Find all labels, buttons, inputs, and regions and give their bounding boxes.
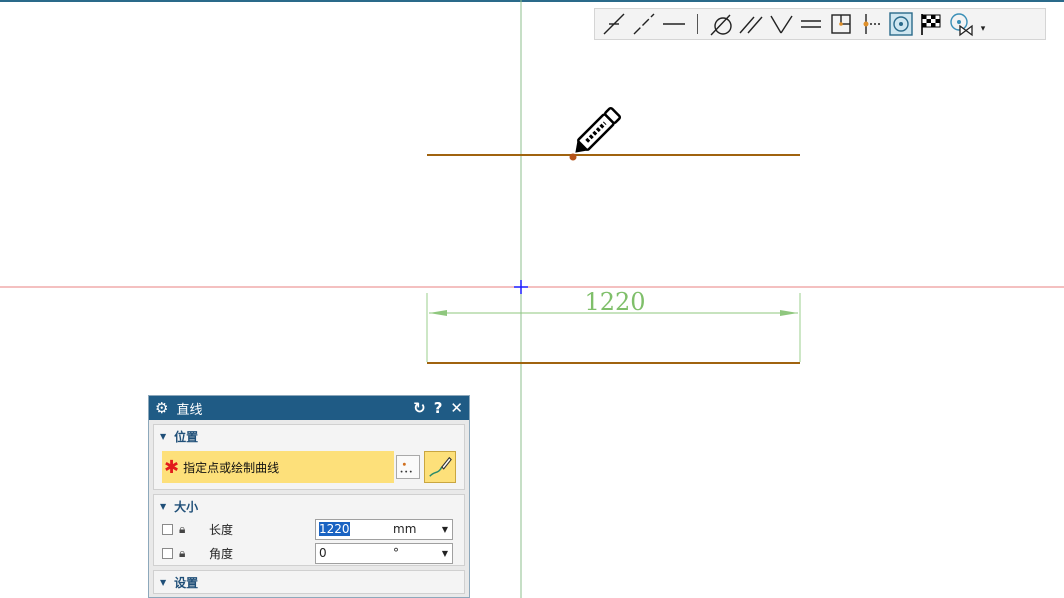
line-dialog: ⚙ 直线 ↻ ? ✕ ▼ 位置 ✱ 指定点或绘制曲线 ▼ 大小 🔒︎ 长度 12… (148, 395, 470, 598)
midpoint-box-icon[interactable] (826, 10, 856, 38)
size-heading: 大小 (174, 499, 199, 514)
line-icon[interactable] (659, 10, 689, 38)
angle-lock-checkbox[interactable] (162, 547, 173, 559)
intersection-point-icon[interactable] (599, 10, 629, 38)
position-heading: 位置 (174, 429, 199, 444)
position-group: ▼ 位置 ✱ 指定点或绘制曲线 (153, 424, 465, 490)
chevron-down-icon[interactable]: ▼ (442, 525, 448, 534)
toolbar-separator (697, 14, 698, 34)
length-label: 长度 (209, 522, 234, 537)
length-unit: mm (393, 522, 417, 536)
point-on-axis-icon[interactable] (856, 10, 886, 38)
collapse-triangle-icon: ▼ (160, 431, 167, 441)
collapse-triangle-icon: ▼ (160, 577, 167, 587)
close-icon[interactable]: ✕ (450, 399, 463, 417)
equal-lines-icon[interactable] (796, 10, 826, 38)
collapse-triangle-icon: ▼ (160, 501, 167, 511)
settings-group: ▼ 设置 (153, 570, 465, 594)
size-group: ▼ 大小 🔒︎ 长度 1220 mm ▼ 🔒︎ 角度 0 ° ▼ (153, 494, 465, 566)
angle-lines-icon[interactable] (766, 10, 796, 38)
point-dots-icon (400, 462, 412, 473)
specify-point-label: 指定点或绘制曲线 (183, 460, 280, 475)
dimension-arrow-left (429, 310, 447, 316)
snap-circle-bowtie-icon[interactable] (946, 10, 976, 38)
point-dialog-button[interactable] (396, 455, 420, 479)
chevron-down-icon[interactable]: ▼ (442, 549, 448, 558)
length-value[interactable]: 1220 (316, 522, 393, 536)
settings-heading: 设置 (174, 575, 199, 590)
length-input[interactable]: 1220 mm ▼ (315, 518, 453, 540)
circle-tangent-icon[interactable] (706, 10, 736, 38)
dimension-arrow-right (780, 310, 798, 316)
help-icon[interactable]: ? (434, 399, 443, 417)
angle-input[interactable]: 0 ° ▼ (315, 542, 453, 564)
required-asterisk-icon: ✱ (164, 456, 180, 478)
angle-unit: ° (393, 546, 399, 560)
draw-curve-button[interactable] (424, 451, 456, 483)
dialog-title-bar[interactable]: ⚙ 直线 ↻ ? ✕ (149, 396, 469, 420)
angle-label: 角度 (209, 546, 234, 561)
draw-curve-icon (429, 456, 452, 477)
checkered-flag-icon[interactable] (916, 10, 946, 38)
size-group-header[interactable]: ▼ 大小 (154, 495, 464, 517)
angle-row: 🔒︎ 角度 0 ° ▼ (154, 541, 464, 565)
position-select-row: ✱ 指定点或绘制曲线 (154, 447, 464, 489)
toolbar-overflow-icon[interactable]: ▾ (976, 10, 990, 38)
length-lock-checkbox[interactable] (162, 523, 173, 535)
snap-circle-icon[interactable] (886, 10, 916, 38)
pencil-cursor-icon (575, 106, 622, 153)
angle-value[interactable]: 0 (316, 546, 393, 560)
position-group-header[interactable]: ▼ 位置 (154, 425, 464, 447)
length-row: 🔒︎ 长度 1220 mm ▼ (154, 517, 464, 541)
point-on-line-icon[interactable] (629, 10, 659, 38)
specify-point-selector[interactable]: ✱ 指定点或绘制曲线 (162, 451, 394, 483)
dimension-value[interactable]: 1220 (584, 288, 645, 316)
parallel-lines-icon[interactable] (736, 10, 766, 38)
lock-icon: 🔒︎ (179, 545, 186, 560)
snap-toolbar: ▾ (594, 8, 1046, 40)
gear-icon[interactable]: ⚙ (155, 399, 168, 417)
lock-icon: 🔒︎ (179, 521, 186, 536)
settings-group-header[interactable]: ▼ 设置 (154, 571, 464, 593)
reset-icon[interactable]: ↻ (413, 399, 426, 417)
dialog-title: 直线 (176, 402, 203, 418)
